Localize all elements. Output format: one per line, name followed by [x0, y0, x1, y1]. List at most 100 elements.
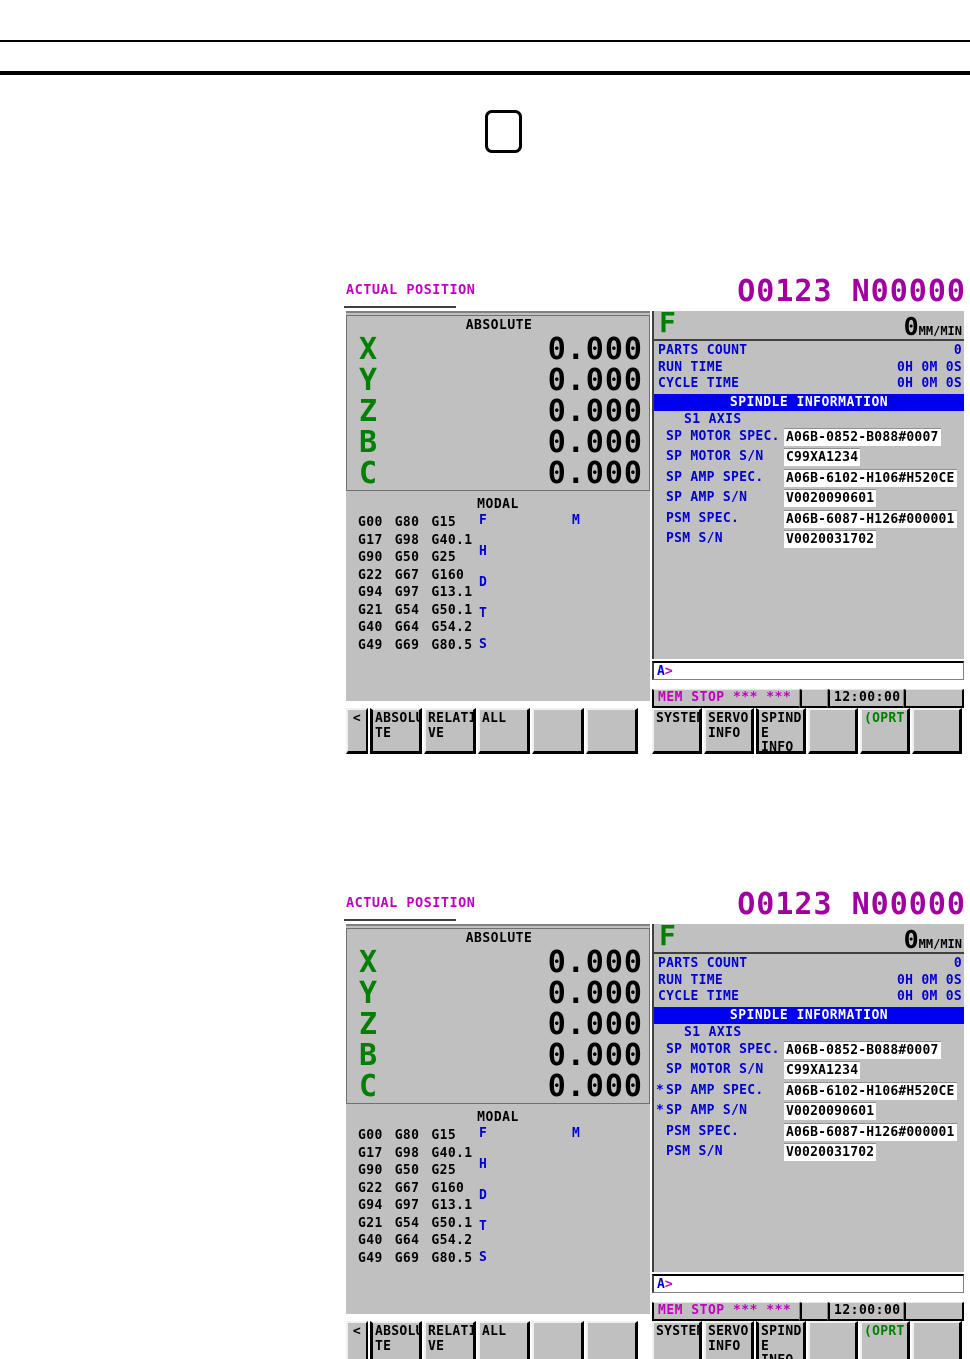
- softkey-back-arrow[interactable]: <: [346, 1321, 368, 1359]
- table-row: G90 G50 G25: [358, 1163, 457, 1178]
- parts-count-value: 0: [953, 343, 962, 358]
- spindle-row-sp-amp-sn: SP AMP S/N V0020090601: [654, 489, 964, 510]
- table-row: G22 G67 G160: [358, 1180, 465, 1196]
- title-underline: [344, 919, 456, 921]
- feedrate-value: 0MM/MIN: [903, 925, 962, 954]
- status-clock: 12:00:00: [828, 689, 904, 708]
- spindle-axis-label: S1 AXIS: [684, 411, 742, 427]
- axis-value-z: 0.000: [547, 1007, 643, 1042]
- sp-motor-sn-field[interactable]: C99XA1234: [784, 448, 861, 466]
- parts-count-value: 0: [953, 956, 962, 971]
- sp-amp-sn-field[interactable]: V0020090601: [784, 489, 877, 507]
- feedrate-unit: MM/MIN: [918, 937, 962, 951]
- psm-spec-field[interactable]: A06B-6087-H126#000001: [784, 1122, 957, 1141]
- sp-motor-spec-field[interactable]: A06B-0852-B088#0007: [784, 1040, 941, 1059]
- modal-letter-t: T: [479, 1219, 487, 1234]
- field-label: SP MOTOR S/N: [666, 449, 764, 464]
- softkey-blank-3[interactable]: [808, 708, 859, 754]
- modal-header: MODAL: [477, 1110, 519, 1125]
- program-number: O0123 N00000: [737, 887, 966, 922]
- softkey-blank-2[interactable]: [586, 708, 638, 754]
- input-prompt-arrow: >: [664, 1277, 673, 1292]
- table-row: G17 G98 G40.1: [358, 532, 473, 548]
- field-label: PSM S/N: [666, 1144, 723, 1159]
- softkey-blank-1[interactable]: [532, 708, 584, 754]
- psm-sn-field[interactable]: V0020031702: [784, 530, 877, 548]
- modal-letter-m: M: [572, 513, 580, 528]
- status-blank-1: [800, 689, 828, 708]
- modal-letter-h: H: [479, 544, 487, 559]
- axis-row-c: C 0.000: [347, 458, 651, 493]
- status-blank-2: [904, 689, 964, 708]
- softkey-absolute[interactable]: ABSOLU TE: [370, 708, 422, 754]
- softkey-relative[interactable]: RELATI VE: [424, 1321, 476, 1359]
- input-prompt-letter: A: [657, 1277, 665, 1292]
- softkey-servo-info[interactable]: SERVO INFO: [704, 1321, 754, 1359]
- modal-letter-s: S: [479, 1250, 487, 1265]
- cycle-time-label: CYCLE TIME: [658, 989, 740, 1004]
- softkey-spindle-info[interactable]: SPINDLE INFO: [756, 708, 807, 754]
- field-label: SP AMP S/N: [666, 490, 748, 505]
- axis-value-y: 0.000: [547, 363, 643, 398]
- modal-address-letters: F H D T S: [479, 513, 487, 668]
- axis-label-y: Y: [359, 363, 378, 398]
- modal-letter-d: D: [479, 575, 487, 590]
- field-label: SP AMP SPEC.: [666, 469, 764, 485]
- field-label: SP MOTOR SPEC.: [666, 1041, 780, 1057]
- missing-character-box-icon: [485, 110, 522, 153]
- page-root: ACTUAL POSITION O0123 N00000 ABSOLUTE X …: [0, 0, 970, 1359]
- softkey-system[interactable]: SYSTEM: [652, 1321, 702, 1359]
- softkey-spindle-info[interactable]: SPINDLE INFO: [756, 1321, 807, 1359]
- axis-value-z: 0.000: [547, 394, 643, 429]
- field-label: SP AMP S/N: [666, 1103, 748, 1118]
- feedrate-value: 0MM/MIN: [903, 312, 962, 341]
- page-title: ACTUAL POSITION: [346, 282, 476, 298]
- softkey-relative[interactable]: RELATI VE: [424, 708, 476, 754]
- command-input-line[interactable]: A>: [652, 1274, 964, 1293]
- psm-sn-field[interactable]: V0020031702: [784, 1143, 877, 1161]
- program-number: O0123 N00000: [737, 274, 966, 309]
- info-panel: F 0MM/MIN PARTS COUNT 0 RUN TIME 0H 0M 0…: [652, 306, 964, 659]
- feedrate-row: F 0MM/MIN: [654, 306, 964, 341]
- sp-amp-spec-field[interactable]: A06B-6102-H106#H520CE: [784, 1081, 957, 1100]
- input-prompt-letter: A: [657, 664, 665, 679]
- softkey-blank-4[interactable]: [912, 1321, 963, 1359]
- sp-amp-sn-field[interactable]: V0020090601: [784, 1102, 877, 1120]
- header-rule-bottom: [0, 72, 970, 75]
- axis-label-z: Z: [359, 394, 378, 429]
- softkey-servo-info[interactable]: SERVO INFO: [704, 708, 754, 754]
- modal-letter-s: S: [479, 637, 487, 652]
- psm-spec-field[interactable]: A06B-6087-H126#000001: [784, 509, 957, 528]
- field-label: SP AMP SPEC.: [666, 1082, 764, 1098]
- softkey-blank-4[interactable]: [912, 708, 963, 754]
- softkey-absolute[interactable]: ABSOLU TE: [370, 1321, 422, 1359]
- modal-letter-h: H: [479, 1157, 487, 1172]
- header-rule-top: [0, 40, 970, 42]
- sp-motor-sn-field[interactable]: C99XA1234: [784, 1061, 861, 1079]
- run-time-value: 0H 0M 0S: [896, 359, 962, 375]
- feedrate-unit: MM/MIN: [918, 324, 962, 338]
- softkey-back-arrow[interactable]: <: [346, 708, 368, 754]
- position-panel: ABSOLUTE X 0.000 Y 0.000 Z 0.000 B 0.000: [346, 311, 650, 701]
- modal-letter-t: T: [479, 606, 487, 621]
- sp-amp-spec-field[interactable]: A06B-6102-H106#H520CE: [784, 468, 957, 487]
- softkey-oprt[interactable]: (OPRT): [860, 708, 911, 754]
- axis-value-x: 0.000: [547, 332, 643, 367]
- command-input-line[interactable]: A>: [652, 661, 964, 680]
- softkey-blank-1[interactable]: [532, 1321, 584, 1359]
- status-blank-2: [904, 1302, 964, 1321]
- modified-marker: *: [656, 1082, 664, 1098]
- softkey-all[interactable]: ALL: [478, 1321, 530, 1359]
- info-panel: F 0MM/MIN PARTS COUNT 0 RUN TIME 0H 0M 0…: [652, 919, 964, 1272]
- softkey-all[interactable]: ALL: [478, 708, 530, 754]
- cycle-time-row: CYCLE TIME 0H 0M 0S: [654, 376, 964, 393]
- softkey-blank-3[interactable]: [808, 1321, 859, 1359]
- softkey-system[interactable]: SYSTEM: [652, 708, 702, 754]
- absolute-coordinate-box: ABSOLUTE X 0.000 Y 0.000 Z 0.000 B 0.000: [346, 315, 650, 491]
- screen-header: ACTUAL POSITION O0123 N00000: [344, 887, 966, 922]
- sp-motor-spec-field[interactable]: A06B-0852-B088#0007: [784, 427, 941, 446]
- softkey-blank-2[interactable]: [586, 1321, 638, 1359]
- page-title: ACTUAL POSITION: [346, 895, 476, 911]
- softkey-oprt[interactable]: (OPRT): [860, 1321, 911, 1359]
- absolute-header: ABSOLUTE: [465, 318, 533, 333]
